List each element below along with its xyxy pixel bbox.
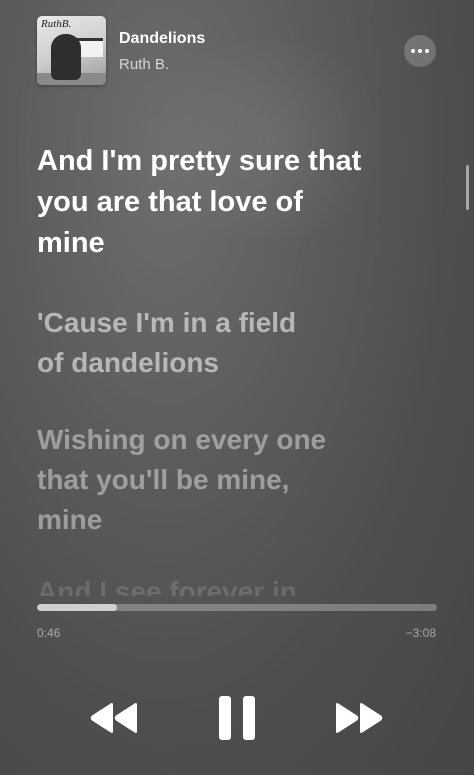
lyric-line-current[interactable]: And I'm pretty sure that you are that lo…: [37, 141, 437, 264]
fast-forward-icon: [336, 703, 383, 733]
fast-forward-button[interactable]: [331, 696, 387, 740]
remaining-time: −3:08: [405, 626, 436, 640]
lyric-line-previous[interactable]: mine: [37, 48, 437, 98]
lyric-line-next[interactable]: 'Cause I'm in a field of dandelions: [37, 303, 437, 383]
rewind-button[interactable]: [86, 696, 142, 740]
lyrics-scrollbar[interactable]: [466, 165, 469, 210]
playback-progress-fill: [37, 604, 117, 611]
lyric-line-next[interactable]: And I see forever in: [37, 572, 437, 596]
lyric-line-next[interactable]: Wishing on every one that you'll be mine…: [37, 420, 437, 540]
pause-icon: [219, 696, 255, 740]
now-playing-lyrics-screen: RuthB. Dandelions Ruth B. mine And I'm p…: [0, 0, 474, 775]
rewind-icon: [90, 703, 137, 733]
song-title[interactable]: Dandelions: [119, 30, 205, 48]
elapsed-time: 0:46: [37, 626, 61, 640]
artwork-script-logo: RuthB.: [41, 18, 72, 30]
playback-scrubber[interactable]: [37, 604, 437, 611]
pause-button[interactable]: [212, 692, 262, 744]
